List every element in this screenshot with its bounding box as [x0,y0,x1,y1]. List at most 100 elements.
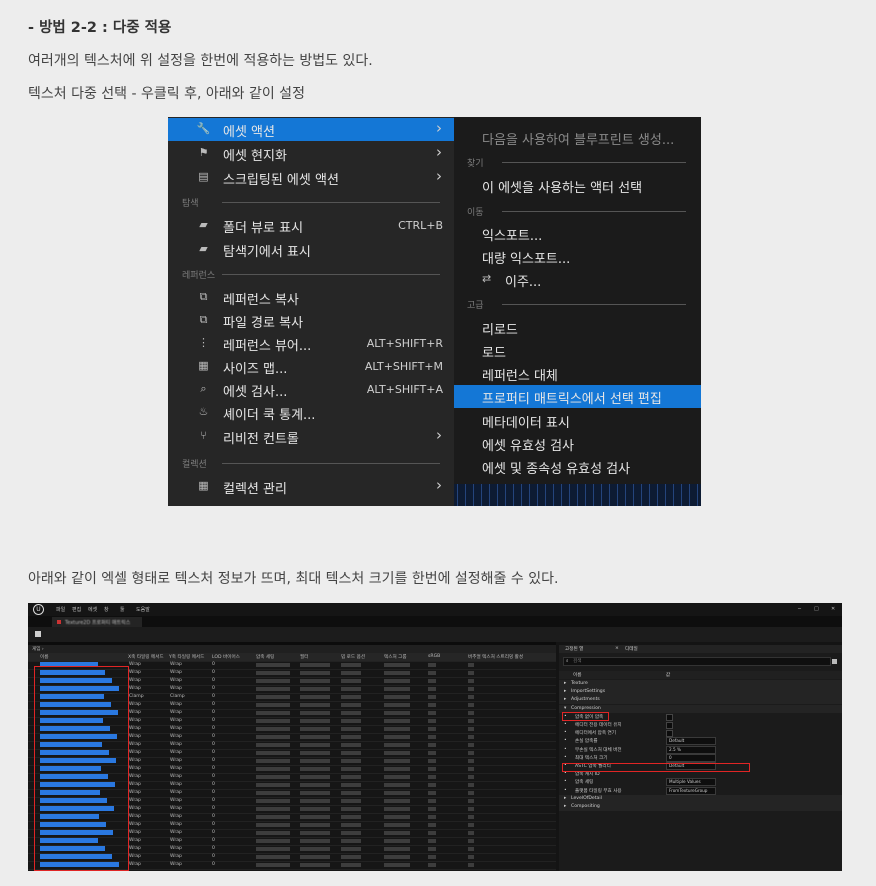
details-row[interactable]: • 무손실 텍스처 대체 버전 2.5 % [559,745,842,754]
srgb-cell [428,735,436,739]
tiling-x-cell: Wrap [129,726,141,731]
menu-item-copy-file-path[interactable]: ⧉ 파일 경로 복사 [168,309,454,332]
menu-item-show-metadata[interactable]: 메타데이터 표시 [454,409,701,432]
column-header[interactable]: 필터 [300,654,308,660]
column-header[interactable]: 이름 [40,654,48,660]
menu-item-reload[interactable]: 리로드 [454,316,701,339]
pin-icon[interactable]: • [564,722,567,727]
property-value-field[interactable]: Multiple Values [666,778,716,787]
save-icon[interactable] [35,631,41,637]
menu-item-export[interactable]: 익스포트... [454,222,701,245]
column-header[interactable]: sRGB [428,654,440,659]
column-header[interactable]: X축 타일링 메서드 [128,654,164,660]
tiling-x-cell: Wrap [129,662,141,667]
details-row[interactable]: • 플랫폼 타일링 무효 사용 FromTextureGroup [559,786,842,795]
filter-cell [300,679,330,683]
expand-arrow-icon[interactable]: ▾ [564,706,566,711]
compression-cell [256,679,290,683]
property-value-field[interactable]: 2.5 % [666,745,716,754]
maximize-button[interactable]: □ [814,606,819,612]
pin-icon[interactable]: • [564,788,567,793]
pin-icon[interactable]: • [564,747,567,752]
menu-item-folder-view[interactable]: ▰ 폴더 뷰로 표시 CTRL+B [168,214,454,237]
menu-item-bulk-export[interactable]: 대량 익스포트... [454,245,701,268]
column-header[interactable]: LOD 바이어스 [212,654,240,660]
property-value-field[interactable]: 0 [666,753,716,762]
pin-icon[interactable]: • [564,779,567,784]
texture-group-cell [384,711,410,715]
details-row[interactable]: ▸ Compositing [559,803,842,811]
column-header[interactable]: 밉 로드 옵션 [341,654,365,660]
editor-menu-item[interactable]: 툴 [120,606,125,613]
menu-item-property-matrix[interactable]: 프로퍼티 매트릭스에서 선택 편집 [454,385,701,408]
menu-item-load[interactable]: 로드 [454,339,701,362]
property-label: ImportSettings [571,689,606,695]
details-search-input[interactable]: ⌕ 검색 [563,657,831,666]
menu-item-revision-control[interactable]: ⑂ 리비전 컨트롤 › [168,425,454,448]
magnifier-icon: ⌕ [200,382,207,395]
menu-item-replace-references[interactable]: 레퍼런스 대체 [454,362,701,385]
menu-item-localize[interactable]: ⚑ 에셋 현지화 › [168,142,454,165]
details-row[interactable]: ▸ ImportSettings [559,688,842,697]
column-header[interactable]: 버추얼 텍스처 스트리밍 활성 [468,654,523,660]
menu-item-migrate[interactable]: ⇄ 이주... [454,268,701,291]
texture-group-cell [384,767,410,771]
editor-menu-item[interactable]: 편집 [72,606,81,613]
pin-icon[interactable]: • [564,730,567,735]
pin-icon[interactable]: • [564,738,567,743]
menu-item-scripted-actions[interactable]: ▤ 스크립팅된 에셋 액션 › [168,166,454,189]
menu-item-reference-viewer[interactable]: ⋮ 레퍼런스 뷰어... ALT+SHIFT+R [168,332,454,355]
expand-arrow-icon[interactable]: ▸ [564,689,566,694]
settings-icon[interactable] [832,659,837,664]
menu-item-create-blueprint[interactable]: 다음을 사용하여 블루프린트 생성... [454,126,701,149]
property-value-field[interactable]: Default [666,737,716,746]
mip-load-cell [341,671,361,675]
editor-menu-item[interactable]: 도움말 [136,606,150,613]
menu-item-select-actors[interactable]: 이 에셋을 사용하는 액터 선택 [454,174,701,197]
tiling-x-cell: Wrap [129,750,141,755]
filter-cell [300,711,330,715]
close-button[interactable]: ✕ [831,606,835,612]
menu-item-shader-cook-stats[interactable]: ♨ 셰이더 쿡 통계... [168,401,454,424]
editor-menu-item[interactable]: 창 [104,606,109,613]
pin-icon[interactable]: • [564,755,567,760]
editor-menu-item[interactable]: 파일 [56,606,65,613]
menu-item-validate-assets[interactable]: 에셋 유효성 검사 [454,432,701,455]
expand-arrow-icon[interactable]: ▸ [564,796,566,801]
tab-pinned-columns[interactable]: 고정된 열 [565,646,583,652]
details-row[interactable]: • 에디터에서 압축 연기 [559,729,842,738]
menu-item-asset-actions[interactable]: 🔧 에셋 액션 › [168,118,454,141]
details-row[interactable]: ▸ Texture [559,680,842,688]
column-header[interactable]: 텍스처 그룹 [384,654,407,660]
menu-item-audit-assets[interactable]: ⌕ 에셋 검사... ALT+SHIFT+A [168,378,454,401]
tab-property-matrix[interactable]: Texture2D 프로퍼티 매트릭스 [52,617,142,627]
expand-arrow-icon[interactable]: ▸ [564,681,566,686]
property-checkbox[interactable] [666,713,673,721]
menu-item-manage-collections[interactable]: ▦ 컬렉션 관리 › [168,475,454,498]
expand-arrow-icon[interactable]: ▸ [564,804,566,809]
close-icon[interactable]: × [615,646,619,651]
property-checkbox[interactable] [666,722,673,729]
tab-details[interactable]: 디테일 [625,646,638,652]
menu-item-validate-dependencies[interactable]: 에셋 및 종속성 유효성 검사 [454,455,701,478]
vt-streaming-cell [468,799,474,803]
property-checkbox[interactable] [666,730,673,738]
expand-arrow-icon[interactable]: ▸ [564,697,566,702]
details-row[interactable]: • 손실 압축률 Default [559,737,842,746]
menu-item-size-map[interactable]: ▦ 사이즈 맵... ALT+SHIFT+M [168,355,454,378]
section-divider [222,274,440,275]
column-header[interactable]: Y축 타일링 메서드 [169,654,204,660]
details-row[interactable]: • 에디터 전용 데이터 유지 [559,721,842,729]
column-header[interactable]: 압축 세팅 [256,654,274,660]
vt-streaming-cell [468,847,474,851]
details-row[interactable]: • 압축 세팅 Multiple Values [559,778,842,787]
property-value-field[interactable]: FromTextureGroup [666,786,716,795]
details-row[interactable]: ▸ Adjustments [559,696,842,705]
minimize-button[interactable]: ─ [798,606,801,612]
mip-load-cell [341,799,361,803]
menu-item-show-in-explorer[interactable]: ▰ 탐색기에서 표시 [168,238,454,261]
editor-menu-item[interactable]: 에셋 [88,606,97,613]
menu-item-copy-reference[interactable]: ⧉ 레퍼런스 복사 [168,286,454,309]
details-row[interactable]: • 최대 텍스처 크기 0 [559,753,842,762]
details-row[interactable]: ▸ LevelOfDetail [559,794,842,803]
